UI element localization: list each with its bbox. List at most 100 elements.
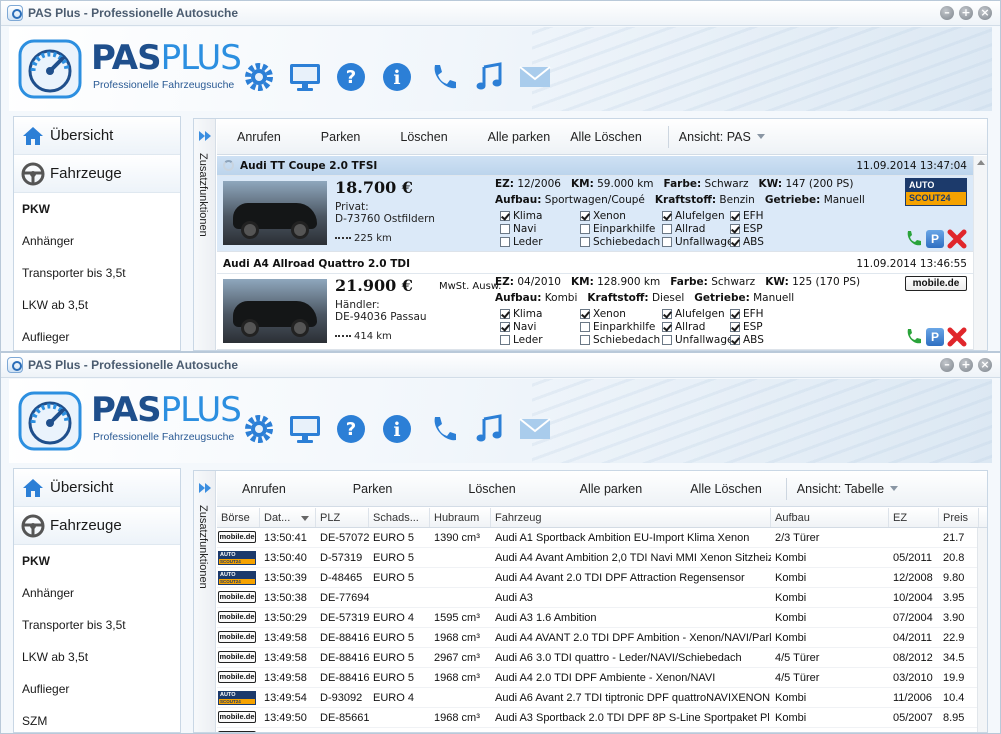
car-photo[interactable] [223,279,327,343]
view-selector[interactable]: Ansicht: PAS [675,130,765,144]
table-scrollbar[interactable] [977,528,987,732]
autoscout24-logo[interactable]: AUTO SCOUT24 [905,178,967,206]
sidebar-vehicles[interactable]: Fahrzeuge [14,155,180,193]
listing-card[interactable]: Audi A4 Allroad Quattro 2.0 TDI 11.09.201… [217,254,973,350]
sidebar-item-anhänger[interactable]: Anhänger [14,225,180,257]
mail-icon[interactable] [517,59,553,95]
info-icon[interactable]: i [379,411,415,447]
column-header[interactable]: Schads... [369,508,430,527]
checkbox-icon[interactable] [500,237,510,247]
feature-checkbox[interactable]: Unfallwagen [662,334,740,346]
sidebar-item-transporter-bis-3-5t[interactable]: Transporter bis 3,5t [14,609,180,641]
feature-checkbox[interactable]: Allrad [662,223,730,235]
park-icon[interactable]: P [925,229,945,249]
table-row[interactable]: mobile.de 13:50:38 DE-77694 Audi A3 Kombi 10/… [217,588,987,608]
feature-checkbox[interactable]: ABS [730,334,790,346]
column-header[interactable]: Hubraum [430,508,491,527]
listing-header[interactable]: Audi TT Coupe 2.0 TFSI 11.09.2014 13:47:0… [217,156,973,176]
feature-checkbox[interactable]: EFH [730,308,790,320]
sidebar-overview[interactable]: Übersicht [14,469,180,507]
minimize-button[interactable]: – [940,358,954,372]
feature-checkbox[interactable]: ABS [730,236,790,248]
close-button[interactable]: × [978,358,992,372]
phone-icon[interactable] [903,229,923,249]
scroll-up-icon[interactable] [977,160,985,165]
sidebar-item-auflieger[interactable]: Auflieger [14,673,180,705]
table-row[interactable]: AUTO SCOUT24 13:50:40 D-57319 EURO 5 Audi A4 … [217,548,987,568]
column-header[interactable]: Preis [939,508,979,527]
feature-checkbox[interactable]: ESP [730,223,790,235]
sidebar-overview[interactable]: Übersicht [14,117,180,155]
sidebar-item-pkw[interactable]: PKW [14,545,180,577]
park-button[interactable]: Parken [311,482,435,496]
checkbox-icon[interactable] [580,224,590,234]
feature-checkbox[interactable]: Klima [500,308,580,320]
mobile-de-logo[interactable]: mobile.de [905,276,967,291]
maximize-button[interactable]: + [959,6,973,20]
checkbox-icon[interactable] [580,322,590,332]
sidebar-item-lkw-ab-3-5t[interactable]: LKW ab 3,5t [14,641,180,673]
feature-checkbox[interactable]: Xenon [580,308,662,320]
column-header[interactable]: Börse [217,508,260,527]
music-icon[interactable] [471,411,507,447]
delete-all-button[interactable]: Alle Löschen [672,482,780,496]
feature-checkbox[interactable]: Alufelgen [662,210,730,222]
double-arrow-right-icon[interactable] [197,480,213,496]
help-icon[interactable]: ? [333,411,369,447]
sidebar-item-lkw-ab-3-5t[interactable]: LKW ab 3,5t [14,289,180,321]
feature-checkbox[interactable]: Allrad [662,321,730,333]
checkbox-icon[interactable] [662,224,672,234]
checkbox-icon[interactable] [580,335,590,345]
monitor-icon[interactable] [287,411,323,447]
column-header[interactable]: EZ [889,508,939,527]
listing-title[interactable]: Audi TT Coupe 2.0 TFSI [240,160,377,172]
checkbox-icon[interactable] [662,335,672,345]
info-icon[interactable]: i [379,59,415,95]
phone-icon[interactable] [425,59,461,95]
checkbox-icon[interactable] [662,309,672,319]
table-row[interactable]: mobile.de 13:49:58 DE-88416 EURO 5 1968 cm³ A… [217,668,987,688]
listing-title[interactable]: Audi A4 Allroad Quattro 2.0 TDI [223,258,410,270]
phone-icon[interactable] [425,411,461,447]
checkbox-icon[interactable] [730,309,740,319]
checkbox-icon[interactable] [500,322,510,332]
park-all-button[interactable]: Alle parken [550,482,673,496]
call-button[interactable]: Anrufen [217,482,311,496]
column-header[interactable]: Dat... [260,508,316,527]
table-row[interactable]: mobile.de 13:49:58 DE-88416 EURO 5 1968 cm³ A… [217,628,987,648]
title-bar[interactable]: PAS Plus - Professionelle Autosuche – + … [1,1,1000,26]
feature-checkbox[interactable]: Navi [500,321,580,333]
checkbox-icon[interactable] [730,211,740,221]
listing-scrollbar[interactable] [973,156,987,350]
table-row[interactable]: mobile.de 13:50:29 DE-57319 EURO 4 1595 cm³ A… [217,608,987,628]
checkbox-icon[interactable] [730,224,740,234]
close-button[interactable]: × [978,6,992,20]
view-selector[interactable]: Ansicht: Tabelle [793,482,899,496]
delete-icon[interactable] [947,229,967,249]
feature-checkbox[interactable]: Xenon [580,210,662,222]
checkbox-icon[interactable] [662,322,672,332]
feature-checkbox[interactable]: Alufelgen [662,308,730,320]
gear-icon[interactable] [241,59,277,95]
sort-desc-icon[interactable] [301,516,309,521]
help-icon[interactable]: ? [333,59,369,95]
sidebar-item-auflieger[interactable]: Auflieger [14,321,180,351]
checkbox-icon[interactable] [580,309,590,319]
checkbox-icon[interactable] [500,335,510,345]
park-all-button[interactable]: Alle parken [468,130,571,144]
delete-all-button[interactable]: Alle Löschen [570,130,662,144]
feature-checkbox[interactable]: Schiebedach [580,236,662,248]
sidebar-item-pkw[interactable]: PKW [14,193,180,225]
phone-icon[interactable] [903,327,923,347]
delete-button[interactable]: Löschen [380,130,467,144]
checkbox-icon[interactable] [662,211,672,221]
extra-functions-strip[interactable]: Zusatzfunktionen [194,119,216,350]
park-button[interactable]: Parken [301,130,381,144]
checkbox-icon[interactable] [500,224,510,234]
column-header[interactable]: PLZ [316,508,369,527]
delete-button[interactable]: Löschen [434,482,549,496]
table-row[interactable]: mobile.de 13:47:29DE-78628EURO 51968 cm³A… [217,728,987,732]
table-row[interactable]: mobile.de 13:49:50 DE-85661 1968 cm³ Audi A3… [217,708,987,728]
listing-header[interactable]: Audi A4 Allroad Quattro 2.0 TDI 11.09.201… [217,254,973,274]
checkbox-icon[interactable] [662,237,672,247]
